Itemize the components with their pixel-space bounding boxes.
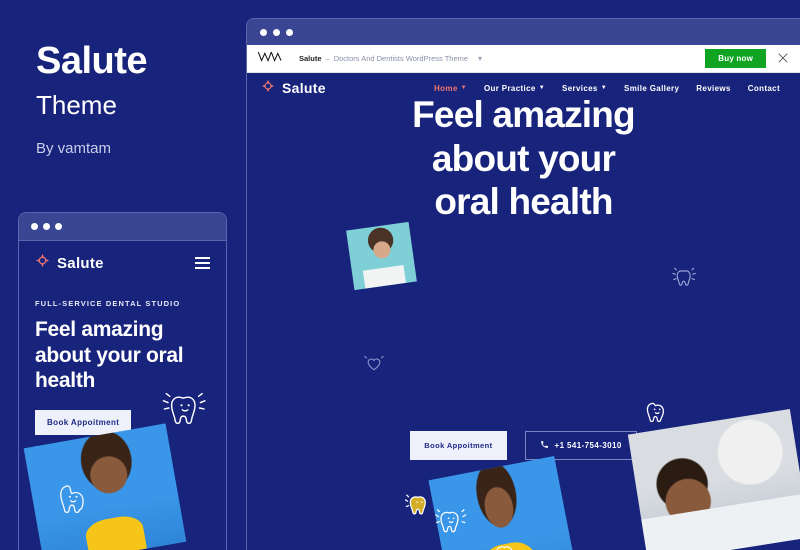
tooth-smile-icon bbox=[159, 381, 213, 435]
phone-button[interactable]: +1 541-754-3010 bbox=[524, 431, 637, 460]
hero-heading-line-2: about your bbox=[431, 137, 616, 179]
mobile-titlebar bbox=[19, 213, 226, 241]
nav-item-contact[interactable]: Contact bbox=[748, 84, 780, 93]
preview-theme-description: Doctors And Dentists WordPress Theme bbox=[333, 54, 469, 63]
nav-item-reviews[interactable]: Reviews bbox=[696, 84, 730, 93]
mobile-mockup: Salute FULL-SERVICE DENTAL STUDIO Feel a… bbox=[18, 212, 227, 550]
nav-item-smile-gallery[interactable]: Smile Gallery bbox=[624, 84, 679, 93]
promo-title: Salute bbox=[36, 40, 148, 82]
mobile-heading-line-1: Feel amazing bbox=[35, 318, 164, 341]
preview-separator: – bbox=[325, 54, 330, 63]
mobile-hero-eyebrow: FULL-SERVICE DENTAL STUDIO bbox=[35, 299, 181, 308]
hero-heading-line-3: oral health bbox=[434, 181, 613, 223]
nav-item-services-label: Services bbox=[562, 83, 598, 93]
mobile-heading-line-2: about your oral bbox=[35, 343, 184, 367]
nav-item-services[interactable]: Services ▼ bbox=[562, 84, 607, 93]
promo-subtitle: Theme bbox=[36, 90, 117, 120]
preview-toolbar: Salute – Doctors And Dentists WordPress … bbox=[247, 45, 800, 73]
chevron-down-icon: ▼ bbox=[538, 85, 546, 91]
chevron-down-icon: ▼ bbox=[460, 85, 467, 91]
heart-sparkle-icon bbox=[364, 353, 384, 373]
site-nav-links: Home ▼ Our Practice ▼ Services ▼ Smile G… bbox=[434, 84, 780, 93]
chevron-down-icon: ▼ bbox=[600, 85, 608, 91]
preview-theme-title[interactable]: Salute – Doctors And Dentists WordPress … bbox=[299, 54, 482, 63]
nav-item-our-practice[interactable]: Our Practice ▼ bbox=[484, 84, 545, 93]
tooth-smile-icon bbox=[642, 395, 674, 427]
nav-item-our-practice-label: Our Practice bbox=[483, 83, 536, 93]
envato-w-logo-icon bbox=[257, 49, 287, 68]
mobile-brand[interactable]: Salute bbox=[35, 253, 104, 273]
hero-heading: Feel amazing about your oral health bbox=[247, 93, 800, 224]
browser-titlebar bbox=[247, 19, 800, 45]
mobile-site-navbar: Salute bbox=[19, 241, 226, 285]
close-icon[interactable] bbox=[778, 50, 788, 68]
tooth-sparkle-icon bbox=[405, 488, 435, 518]
hamburger-menu-icon[interactable] bbox=[195, 257, 210, 269]
browser-dot-1 bbox=[260, 28, 267, 36]
tooth-outline-icon bbox=[495, 543, 517, 550]
patient-dental-chair-mirror-photo bbox=[627, 408, 800, 550]
hero-heading-line-1: Feel amazing bbox=[412, 94, 636, 135]
window-dot-3 bbox=[55, 223, 62, 230]
child-brushing-teeth-photo bbox=[346, 221, 417, 291]
tooth-sparkle-icon bbox=[672, 263, 698, 289]
browser-dot-2 bbox=[273, 28, 280, 36]
phone-icon bbox=[540, 440, 549, 451]
tooth-outline-icon bbox=[57, 481, 91, 519]
window-dot-2 bbox=[43, 223, 50, 230]
nav-item-home-label: Home bbox=[434, 83, 458, 93]
browser-dot-3 bbox=[286, 28, 293, 36]
nav-item-home[interactable]: Home ▼ bbox=[434, 84, 467, 93]
window-dot-1 bbox=[31, 223, 38, 230]
preview-theme-name: Salute bbox=[299, 54, 322, 63]
promo-author: By vamtam bbox=[36, 140, 112, 157]
desktop-browser-mockup: Salute – Doctors And Dentists WordPress … bbox=[246, 18, 800, 550]
desktop-hero: Feel amazing about your oral health Book… bbox=[247, 94, 800, 550]
buy-now-button[interactable]: Buy now bbox=[705, 49, 766, 68]
book-appointment-button[interactable]: Book Appoitment bbox=[410, 431, 507, 460]
tooth-smile-icon bbox=[435, 503, 469, 537]
mobile-brand-name: Salute bbox=[57, 254, 104, 272]
salute-tooth-logo-icon bbox=[35, 253, 50, 273]
phone-number-label: +1 541-754-3010 bbox=[554, 441, 622, 450]
chevron-down-icon[interactable]: ▾ bbox=[478, 54, 482, 63]
